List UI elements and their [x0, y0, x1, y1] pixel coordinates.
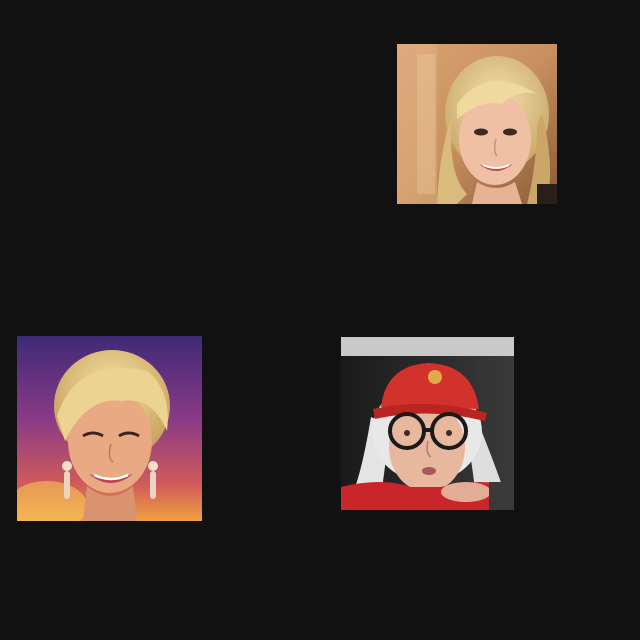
- portrait-photo-1: [397, 44, 557, 204]
- portrait-photo-2: [17, 336, 202, 521]
- portrait-blonde-woman-smiling-icon: [397, 44, 557, 204]
- image-canvas: [0, 0, 640, 640]
- portrait-photo-3: [341, 337, 514, 510]
- portrait-short-blonde-hair-woman-icon: [17, 336, 202, 521]
- portrait-woman-red-cap-glasses-icon: [341, 337, 514, 510]
